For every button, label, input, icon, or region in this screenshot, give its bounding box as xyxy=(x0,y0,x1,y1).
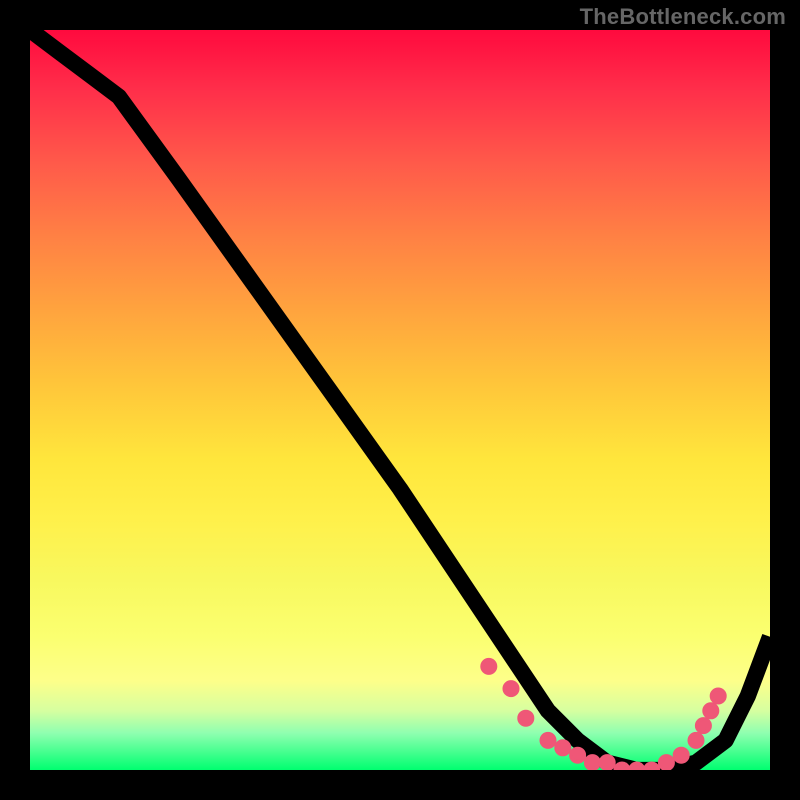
highlight-dot xyxy=(645,763,658,770)
highlight-dot xyxy=(556,741,569,754)
bottleneck-curve xyxy=(30,30,770,770)
highlight-dot xyxy=(660,756,673,769)
highlight-dot xyxy=(586,756,599,769)
chart-overlay xyxy=(30,30,770,770)
highlight-dot xyxy=(601,756,614,769)
highlight-dot xyxy=(630,763,643,770)
highlight-dot xyxy=(689,734,702,747)
highlight-dot xyxy=(704,704,717,717)
highlight-dot xyxy=(697,719,710,732)
highlight-dot xyxy=(712,689,725,702)
highlight-dot xyxy=(504,682,517,695)
highlight-dot xyxy=(519,712,532,725)
highlight-dot xyxy=(482,660,495,673)
highlight-dot xyxy=(541,734,554,747)
highlight-dot xyxy=(675,749,688,762)
watermark-text: TheBottleneck.com xyxy=(580,4,786,30)
highlight-dot xyxy=(615,763,628,770)
chart-frame: TheBottleneck.com xyxy=(0,0,800,800)
highlight-dot xyxy=(571,749,584,762)
